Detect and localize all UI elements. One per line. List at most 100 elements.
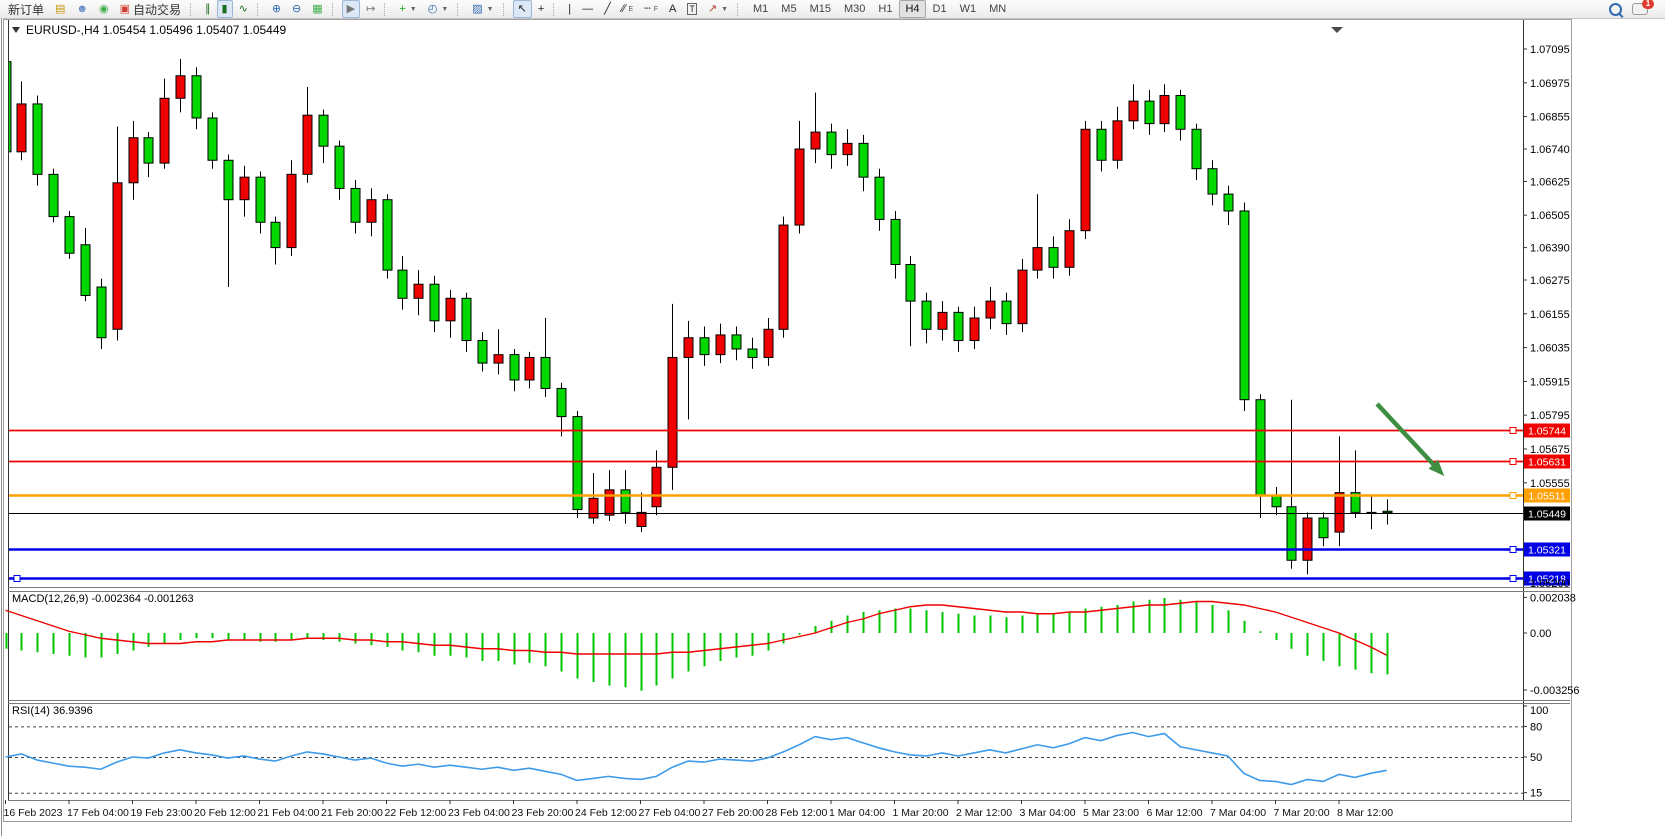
candle xyxy=(192,76,201,118)
candle xyxy=(319,115,328,146)
candle xyxy=(383,200,392,270)
candle xyxy=(1335,493,1344,532)
time-label: 23 Feb 04:00 xyxy=(448,807,510,819)
candle xyxy=(732,335,741,349)
candle xyxy=(1049,248,1058,268)
candle xyxy=(922,301,931,329)
candle xyxy=(1097,129,1106,160)
candle xyxy=(256,177,265,222)
candle xyxy=(906,264,915,301)
candle xyxy=(621,490,630,513)
candle xyxy=(81,245,90,296)
price-badge-label: 1.05631 xyxy=(1528,457,1566,469)
candle xyxy=(113,183,122,329)
hline-handle[interactable] xyxy=(14,576,20,582)
candle xyxy=(764,329,773,357)
time-label: 17 Feb 04:00 xyxy=(67,807,129,819)
hline-handle[interactable] xyxy=(1510,576,1516,582)
candle xyxy=(1192,129,1201,168)
candle xyxy=(303,115,312,174)
time-label: 27 Feb 20:00 xyxy=(702,807,764,819)
candle xyxy=(652,467,661,506)
candle xyxy=(891,219,900,264)
time-label: 28 Feb 12:00 xyxy=(766,807,828,819)
price-tick-label: 1.06855 xyxy=(1530,112,1570,124)
price-tick-label: 1.06390 xyxy=(1530,243,1570,255)
candle xyxy=(398,270,407,298)
chart-title: EURUSD-,H4 1.05454 1.05496 1.05407 1.054… xyxy=(26,23,287,37)
candle xyxy=(240,177,249,200)
candle xyxy=(351,188,360,222)
candle xyxy=(33,104,42,174)
time-label: 7 Mar 20:00 xyxy=(1274,807,1330,819)
price-badge-label: 1.05449 xyxy=(1528,509,1566,521)
candle xyxy=(795,149,804,225)
candle xyxy=(144,138,153,163)
price-tick-label: 1.06275 xyxy=(1530,275,1570,287)
hline-handle[interactable] xyxy=(1510,459,1516,465)
candle xyxy=(986,301,995,318)
candle xyxy=(954,312,963,340)
candle xyxy=(1033,248,1042,271)
candle xyxy=(97,287,106,338)
candle xyxy=(1113,121,1122,160)
candle xyxy=(129,138,138,183)
time-label: 1 Mar 04:00 xyxy=(829,807,885,819)
price-badge-label: 1.05511 xyxy=(1528,491,1565,503)
candle xyxy=(1129,101,1138,121)
candle xyxy=(160,98,169,163)
time-label: 7 Mar 04:00 xyxy=(1210,807,1266,819)
price-tick-label: 1.06505 xyxy=(1530,210,1570,222)
candle xyxy=(1145,101,1154,124)
candle xyxy=(1176,95,1185,129)
candle xyxy=(1272,495,1281,506)
price-tick-label: 1.06155 xyxy=(1530,309,1570,321)
candle xyxy=(176,76,185,99)
candle xyxy=(938,312,947,329)
candle xyxy=(716,335,725,355)
candle xyxy=(668,357,677,467)
candle xyxy=(684,338,693,358)
candle xyxy=(557,388,566,416)
time-label: 6 Mar 12:00 xyxy=(1147,807,1203,819)
candle xyxy=(1224,194,1233,211)
rsi-tick-label: 80 xyxy=(1530,721,1542,733)
rsi-tick-label: 50 xyxy=(1530,752,1542,764)
mt4-window: html,body{margin:0;padding:0;background:… xyxy=(0,0,1665,836)
candle xyxy=(462,298,471,340)
hline-handle[interactable] xyxy=(1510,428,1516,434)
candle xyxy=(335,146,344,188)
macd-label: MACD(12,26,9) -0.002364 -0.001263 xyxy=(12,593,194,605)
candle xyxy=(541,357,550,388)
candle xyxy=(859,143,868,177)
candle xyxy=(589,498,598,518)
time-label: 5 Mar 23:00 xyxy=(1083,807,1139,819)
candle xyxy=(843,143,852,154)
candle xyxy=(430,284,439,321)
macd-tick-label: 0.002038 xyxy=(1530,592,1576,604)
candle xyxy=(605,490,614,515)
time-label: 8 Mar 12:00 xyxy=(1337,807,1393,819)
price-tick-label: 1.06740 xyxy=(1530,144,1570,156)
time-label: 22 Feb 12:00 xyxy=(385,807,447,819)
time-label: 27 Feb 04:00 xyxy=(639,807,701,819)
candle xyxy=(1256,400,1265,496)
candle xyxy=(811,132,820,149)
candle xyxy=(1240,211,1249,400)
rsi-tick-label: 15 xyxy=(1530,788,1542,800)
price-badge-label: 1.05321 xyxy=(1528,545,1566,557)
candle xyxy=(875,177,884,219)
candle xyxy=(525,357,534,380)
candle xyxy=(700,338,709,355)
hline-handle[interactable] xyxy=(1510,493,1516,499)
candle xyxy=(1287,507,1296,561)
candle xyxy=(1018,270,1027,324)
hline-handle[interactable] xyxy=(1510,547,1516,553)
price-tick-label: 1.06625 xyxy=(1530,176,1570,188)
time-label: 16 Feb 2023 xyxy=(4,807,63,819)
candle xyxy=(208,118,217,160)
candle xyxy=(414,284,423,298)
candle xyxy=(446,298,455,321)
candle xyxy=(65,217,74,254)
time-label: 23 Feb 20:00 xyxy=(512,807,574,819)
